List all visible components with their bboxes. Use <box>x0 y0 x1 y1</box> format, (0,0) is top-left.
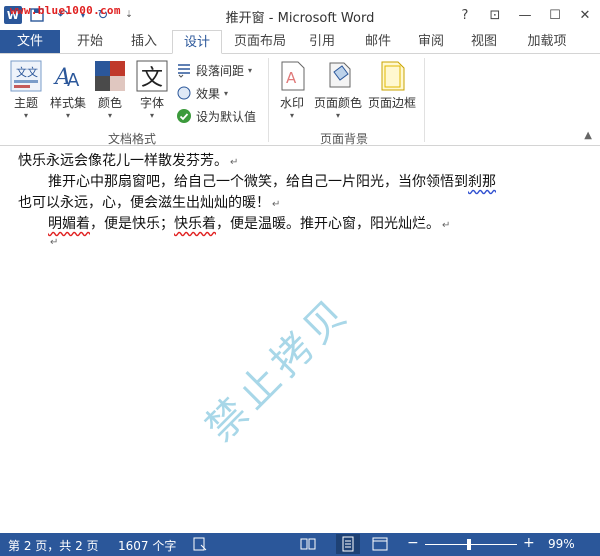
page-borders-label: 页面边框 <box>367 96 416 110</box>
group-label-doc-format: 文档格式 <box>108 132 157 146</box>
chevron-down-icon: ▾ <box>149 111 154 120</box>
doc-line-4: 明媚着，便是快乐；快乐着，便是温暖。推开心窗，阳光灿烂。 ↵ <box>48 213 450 233</box>
document-watermark: 禁止拷贝 <box>197 287 360 451</box>
tab-home[interactable]: 开始 <box>64 30 116 54</box>
chevron-down-icon: ▾ <box>248 65 253 75</box>
paragraph-spacing-label: 段落间距 <box>196 63 245 78</box>
tab-layout[interactable]: 页面布局 <box>228 30 292 54</box>
effects-label: 效果 <box>196 86 221 101</box>
effects-icon <box>176 85 192 101</box>
tab-mailings[interactable]: 邮件 <box>352 30 404 54</box>
group-separator <box>268 58 269 142</box>
doc-text: ，便是温暖。推开心窗，阳光灿烂。 <box>216 216 440 232</box>
window-controls: ? ⊡ — ☐ ✕ <box>450 0 600 30</box>
web-layout-icon[interactable] <box>372 536 388 555</box>
doc-text: 快乐永远会像花儿一样散发芬芳。 <box>18 153 228 169</box>
colors-label: 颜色 <box>97 96 122 110</box>
colors-icon <box>94 60 126 92</box>
page-color-label: 页面颜色 <box>313 96 362 110</box>
customize-qat-icon[interactable]: ⇣ <box>118 5 140 25</box>
zoom-in-button[interactable]: + <box>523 535 535 551</box>
help-button[interactable]: ? <box>450 0 480 30</box>
collapse-ribbon-button[interactable]: ▲ <box>584 130 592 141</box>
doc-line-1: 快乐永远会像花儿一样散发芬芳。 ↵ <box>18 150 238 170</box>
set-default-button[interactable]: 设为默认值 <box>176 106 256 126</box>
paragraph-mark: ↵ <box>442 220 451 231</box>
checkmark-icon <box>176 108 192 124</box>
read-mode-icon[interactable] <box>300 536 316 555</box>
doc-text: ，便是快乐； <box>90 216 174 232</box>
spell-flag-text: 明媚着 <box>48 216 90 232</box>
tab-references[interactable]: 引用 <box>298 30 346 54</box>
ribbon-display-options-button[interactable]: ⊡ <box>480 0 510 30</box>
chevron-down-icon: ▾ <box>23 111 28 120</box>
fonts-button[interactable]: 文 字体 ▾ <box>134 60 170 121</box>
ribbon-design: 文文 主题 ▾ AA 样式集 ▾ 颜色 ▾ 文 字体 ▾ 段落间距 ▾ 效果 ▾… <box>0 53 600 146</box>
effects-button[interactable]: 效果 ▾ <box>176 83 228 103</box>
zoom-slider-thumb[interactable] <box>467 539 471 550</box>
svg-text:文: 文 <box>141 66 163 91</box>
page-borders-button[interactable]: 页面边框 <box>366 60 418 111</box>
style-set-icon: AA <box>52 60 84 92</box>
maximize-button[interactable]: ☐ <box>540 0 570 30</box>
close-button[interactable]: ✕ <box>570 0 600 30</box>
group-label-page-bg: 页面背景 <box>320 132 369 146</box>
tab-file[interactable]: 文件 <box>0 30 60 54</box>
paragraph-mark: ↵ <box>50 237 59 248</box>
theme-label: 主题 <box>13 96 38 110</box>
doc-line-3: 也可以永远，心，便会滋生出灿灿的暖！ ↵ <box>18 192 280 212</box>
zoom-level[interactable]: 99% <box>548 537 575 551</box>
chevron-down-icon: ▾ <box>224 88 229 98</box>
fonts-label: 字体 <box>139 96 164 110</box>
theme-button[interactable]: 文文 主题 ▾ <box>6 60 46 121</box>
watermark-button[interactable]: A 水印 ▾ <box>276 60 308 121</box>
svg-text:文文: 文文 <box>16 65 38 79</box>
document-area[interactable]: 快乐永远会像花儿一样散发芬芳。 ↵ 推开心中那扇窗吧，给自己一个微笑，给自己一片阳… <box>0 146 600 533</box>
page-borders-icon <box>376 60 408 92</box>
site-watermark-url: www.blue1000.com <box>10 4 121 17</box>
grammar-flag-text: 刹那 <box>468 174 496 190</box>
tab-view[interactable]: 视图 <box>460 30 508 54</box>
ribbon-tabs: 文件 开始 插入 设计 页面布局 引用 邮件 审阅 视图 加载项 <box>0 30 600 54</box>
doc-text: 推开心中那扇窗吧，给自己一个微笑，给自己一片阳光，当你领悟到 <box>48 174 468 190</box>
chevron-down-icon: ▾ <box>335 111 340 120</box>
theme-icon: 文文 <box>10 60 42 92</box>
svg-text:A: A <box>67 70 80 91</box>
zoom-out-button[interactable]: − <box>407 535 419 551</box>
chevron-down-icon: ▾ <box>289 111 294 120</box>
style-set-button[interactable]: AA 样式集 ▾ <box>48 60 88 121</box>
fonts-icon: 文 <box>136 60 168 92</box>
paint-bucket-icon <box>322 60 354 92</box>
spell-flag-text: 快乐着 <box>174 216 216 232</box>
tab-design[interactable]: 设计 <box>172 30 222 54</box>
page-count[interactable]: 第 2 页，共 2 页 <box>8 537 99 554</box>
zoom-slider[interactable] <box>425 544 517 545</box>
style-set-label: 样式集 <box>49 96 86 110</box>
tab-review[interactable]: 审阅 <box>406 30 456 54</box>
paragraph-mark: ↵ <box>230 157 239 168</box>
svg-text:A: A <box>286 69 297 87</box>
word-count[interactable]: 1607 个字 <box>118 537 176 554</box>
title-bar: W ↶ ▾ ↻ ⇣ www.blue1000.com 推开窗 - Microso… <box>0 0 600 30</box>
paragraph-spacing-button[interactable]: 段落间距 ▾ <box>176 60 252 80</box>
colors-button[interactable]: 颜色 ▾ <box>92 60 128 121</box>
page-color-button[interactable]: 页面颜色 ▾ <box>312 60 364 121</box>
tab-addins[interactable]: 加载项 <box>516 30 578 54</box>
minimize-button[interactable]: — <box>510 0 540 30</box>
group-separator <box>424 58 425 142</box>
set-default-label: 设为默认值 <box>196 109 257 124</box>
watermark-label: 水印 <box>279 96 304 110</box>
watermark-icon: A <box>276 60 308 92</box>
paragraph-spacing-icon <box>176 62 192 78</box>
print-layout-icon[interactable] <box>336 534 360 554</box>
doc-line-2: 推开心中那扇窗吧，给自己一个微笑，给自己一片阳光，当你领悟到刹那 <box>48 171 496 191</box>
doc-text: 也可以永远，心，便会滋生出灿灿的暖！ <box>18 195 270 211</box>
proofing-icon[interactable] <box>192 536 208 555</box>
tab-insert[interactable]: 插入 <box>118 30 170 54</box>
chevron-down-icon: ▾ <box>107 111 112 120</box>
doc-line-5: ↵ <box>48 233 58 249</box>
paragraph-mark: ↵ <box>272 199 281 210</box>
chevron-down-icon: ▾ <box>65 111 70 120</box>
status-bar: 第 2 页，共 2 页 1607 个字 − + 99% <box>0 533 600 556</box>
